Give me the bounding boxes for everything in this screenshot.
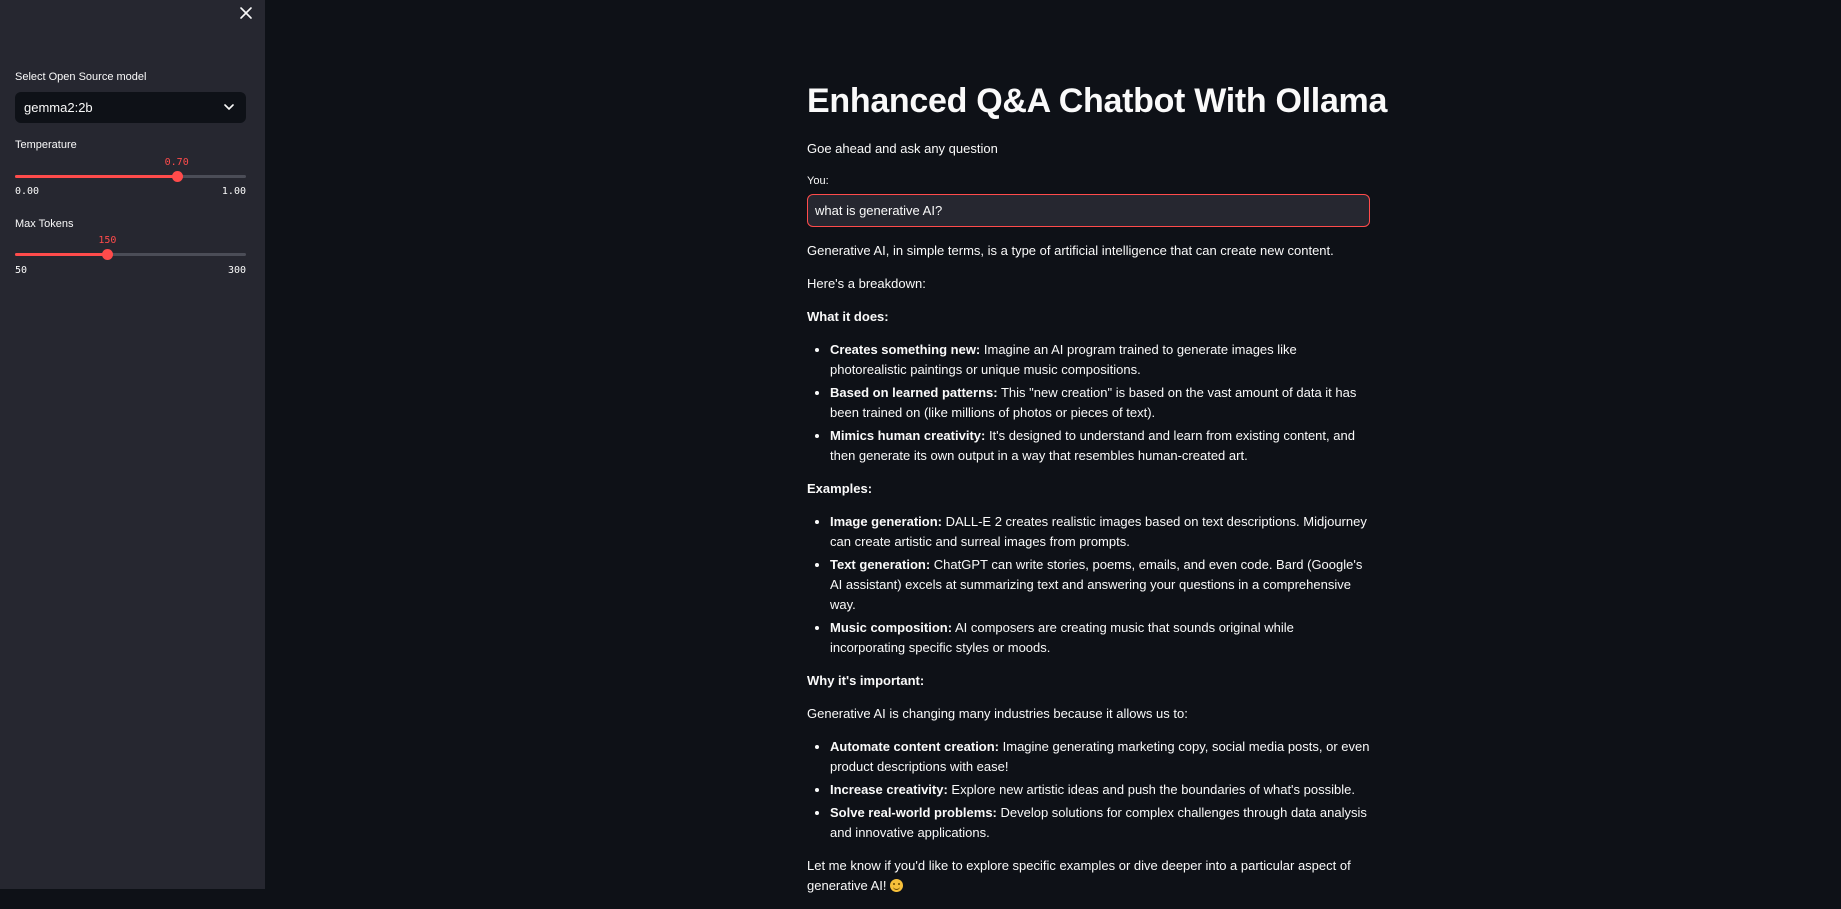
list-item-text: Explore new artistic ideas and push the … xyxy=(947,782,1355,797)
answer-intro: Generative AI, in simple terms, is a typ… xyxy=(807,243,1334,258)
section-heading-examples: Examples: xyxy=(807,481,873,496)
list-item-title: Based on learned patterns: xyxy=(830,385,998,400)
answer-breakdown: Here's a breakdown: xyxy=(807,276,926,291)
list-item: Image generation: DALL-E 2 creates reali… xyxy=(830,512,1370,552)
list-item: Increase creativity: Explore new artisti… xyxy=(830,780,1370,800)
temperature-value: 0.70 xyxy=(164,157,189,168)
slider-thumb[interactable] xyxy=(102,249,114,260)
max-tokens-slider[interactable]: 150 xyxy=(15,235,246,260)
max-tokens-min: 50 xyxy=(15,265,28,276)
list-item-title: Solve real-world problems: xyxy=(830,805,997,820)
question-input[interactable] xyxy=(807,194,1370,227)
list-item-title: Text generation: xyxy=(830,557,931,572)
temperature-label: Temperature xyxy=(15,139,77,151)
slider-fill xyxy=(15,175,177,178)
model-select-label: Select Open Source model xyxy=(15,71,147,83)
answer-text: Generative AI, in simple terms, is a typ… xyxy=(807,241,1370,909)
list-item-title: Music composition: xyxy=(830,620,953,635)
temperature-max: 1.00 xyxy=(221,186,246,197)
list-item: Text generation: ChatGPT can write stori… xyxy=(830,555,1370,615)
section-list-why-important: Automate content creation: Imagine gener… xyxy=(807,737,1370,843)
list-item: Creates something new: Imagine an AI pro… xyxy=(830,340,1370,380)
max-tokens-value: 150 xyxy=(98,235,117,246)
list-item-title: Creates something new: xyxy=(830,342,981,357)
close-sidebar-button[interactable] xyxy=(237,4,255,22)
model-select[interactable]: gemma2:2b xyxy=(15,92,246,123)
section-heading-why-important: Why it's important: xyxy=(807,673,925,688)
section-list-what-it-does: Creates something new: Imagine an AI pro… xyxy=(807,340,1370,466)
answer-closing: Let me know if you'd like to explore spe… xyxy=(807,856,1370,896)
close-icon xyxy=(240,7,252,19)
slider-fill xyxy=(15,253,108,256)
max-tokens-max: 300 xyxy=(227,265,246,276)
page-title: Enhanced Q&A Chatbot With Ollama xyxy=(807,82,1388,120)
section-heading-what-it-does: What it does: xyxy=(807,309,889,324)
smiling-face-emoji-icon xyxy=(890,879,904,892)
sidebar: Select Open Source model gemma2:2b Tempe… xyxy=(0,0,265,889)
model-select-value: gemma2:2b xyxy=(24,100,93,115)
list-item-title: Increase creativity: xyxy=(830,782,948,797)
section-intro-why-important: Generative AI is changing many industrie… xyxy=(807,706,1188,721)
temperature-slider[interactable]: 0.70 xyxy=(15,157,246,182)
question-input-label: You: xyxy=(807,175,829,187)
max-tokens-label: Max Tokens xyxy=(15,218,74,230)
list-item-title: Automate content creation: xyxy=(830,739,1000,754)
temperature-min: 0.00 xyxy=(15,186,40,197)
closing-text: Let me know if you'd like to explore spe… xyxy=(807,858,1351,893)
list-item: Solve real-world problems: Develop solut… xyxy=(830,803,1370,843)
list-item: Music composition: AI composers are crea… xyxy=(830,618,1370,658)
slider-thumb[interactable] xyxy=(171,171,183,182)
page-subtitle: Goe ahead and ask any question xyxy=(807,141,998,156)
list-item-title: Image generation: xyxy=(830,514,942,529)
list-item-title: Mimics human creativity: xyxy=(830,428,986,443)
list-item: Mimics human creativity: It's designed t… xyxy=(830,426,1370,466)
section-list-examples: Image generation: DALL-E 2 creates reali… xyxy=(807,512,1370,658)
chevron-down-icon xyxy=(224,104,234,111)
list-item: Based on learned patterns: This "new cre… xyxy=(830,383,1370,423)
list-item: Automate content creation: Imagine gener… xyxy=(830,737,1370,777)
